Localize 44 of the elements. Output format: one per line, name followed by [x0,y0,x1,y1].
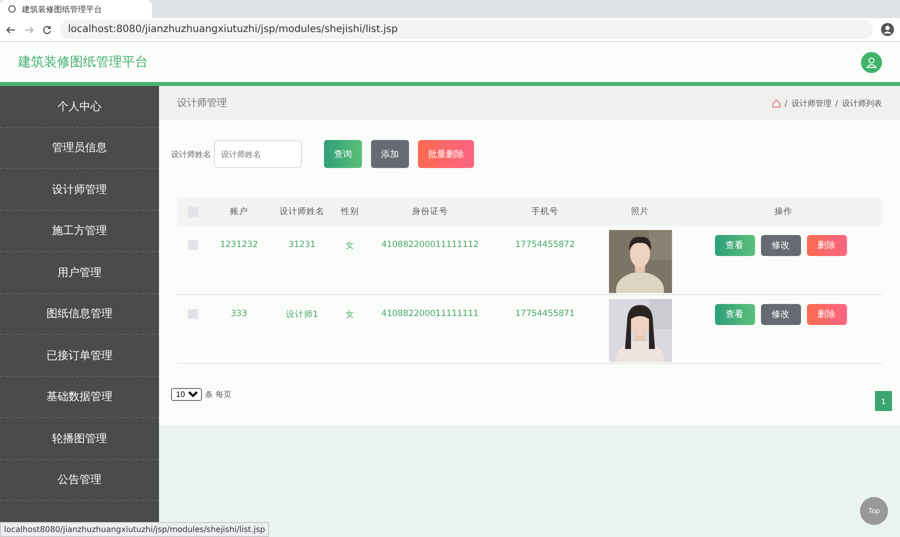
table-cell: 17754455872 [515,240,575,250]
page-size-select[interactable]: 10 [171,388,202,400]
table-cell: 17754455871 [515,309,575,319]
column-header: 照片 [631,206,649,218]
user-icon [866,56,877,68]
home-icon[interactable] [772,98,781,108]
page-title: 设计师管理 [177,96,227,110]
column-header: 操作 [774,206,792,218]
search-field[interactable]: 设计师姓名 [214,140,302,168]
table-cell: 410882200011111112 [381,240,479,250]
checkbox[interactable] [188,309,198,319]
page-size-label: 条 每页 [205,388,232,400]
search-label: 设计师姓名 [171,148,211,160]
action-button[interactable]: 修改 [760,235,800,256]
site-title: 建筑装修图纸管理平台 [18,54,148,71]
forward-icon[interactable] [24,24,34,34]
user-avatar[interactable] [861,52,882,72]
breadcrumb-item[interactable]: 设计师管理 [791,98,832,108]
table-cell: 1231232 [220,240,258,250]
column-header: 身份证号 [412,206,448,218]
breadcrumb-separator: / [835,98,838,108]
url-text: localhost:8080/jianzhuzhuangxiutuzhi/jsp/modules/shejishi/list.jsp [68,24,398,35]
column-header: 手机号 [532,206,558,218]
column-header: 性别 [341,206,359,218]
browser-tab[interactable]: 建筑装修图纸管理平台 [0,0,152,18]
table-cell: 女 [346,240,354,252]
profile-icon[interactable] [881,23,894,36]
table-cell: 31231 [288,240,316,250]
breadcrumb-separator: / [784,98,788,108]
action-button[interactable]: 修改 [760,304,800,325]
checkbox[interactable] [188,240,198,250]
address-bar[interactable]: localhost:8080/jianzhuzhuangxiutuzhi/jsp/modules/shejishi/list.jsp [60,20,873,39]
breadcrumb-item: 设计师列表 [842,98,882,108]
status-url: localhost8080/jianzhuzhuangxiutuzhi/jsp/modules/shejishi/list.jsp [0,522,270,537]
toolbar-button[interactable]: 添加 [371,140,409,168]
table-cell: 410882200011111111 [381,309,479,319]
reload-icon[interactable] [42,24,52,34]
table-cell: 女 [346,309,354,321]
column-header: 设计师姓名 [280,206,324,218]
table-cell: 333 [230,309,248,319]
back-icon[interactable] [6,24,16,34]
table-cell: 设计师1 [286,309,318,321]
tab-title: 建筑装修图纸管理平台 [22,4,102,14]
column-header: 账户 [230,206,248,218]
